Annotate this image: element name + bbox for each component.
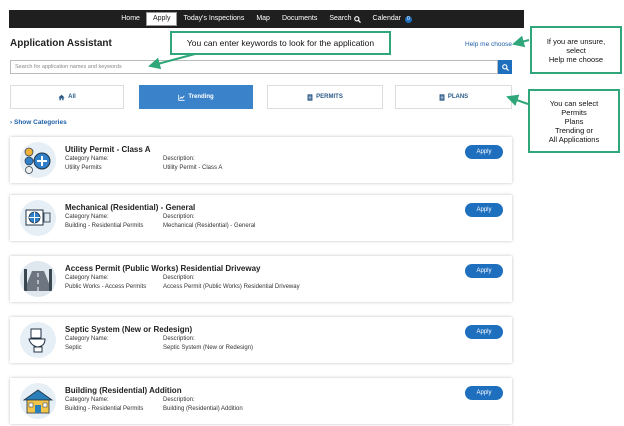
callout-keywords: You can enter keywords to look for the a…	[170, 31, 391, 55]
callout-text-line: Help me choose	[548, 54, 604, 64]
callout-text-line: All Applications	[548, 134, 600, 144]
callout-text-line: select	[566, 45, 586, 55]
callout-text-line: Plans	[564, 116, 584, 126]
callout-keywords-text: You can enter keywords to look for the a…	[186, 37, 375, 48]
callout-tabs: You can select Permits Plans Trending or…	[528, 89, 620, 153]
callout-help-me-choose: If you are unsure, select Help me choose	[530, 26, 622, 74]
callout-text-line: Trending or	[554, 125, 594, 135]
callout-text-line: You can select	[549, 98, 599, 108]
callout-text-line: If you are unsure,	[546, 36, 606, 46]
callout-text-line: Permits	[561, 107, 587, 117]
